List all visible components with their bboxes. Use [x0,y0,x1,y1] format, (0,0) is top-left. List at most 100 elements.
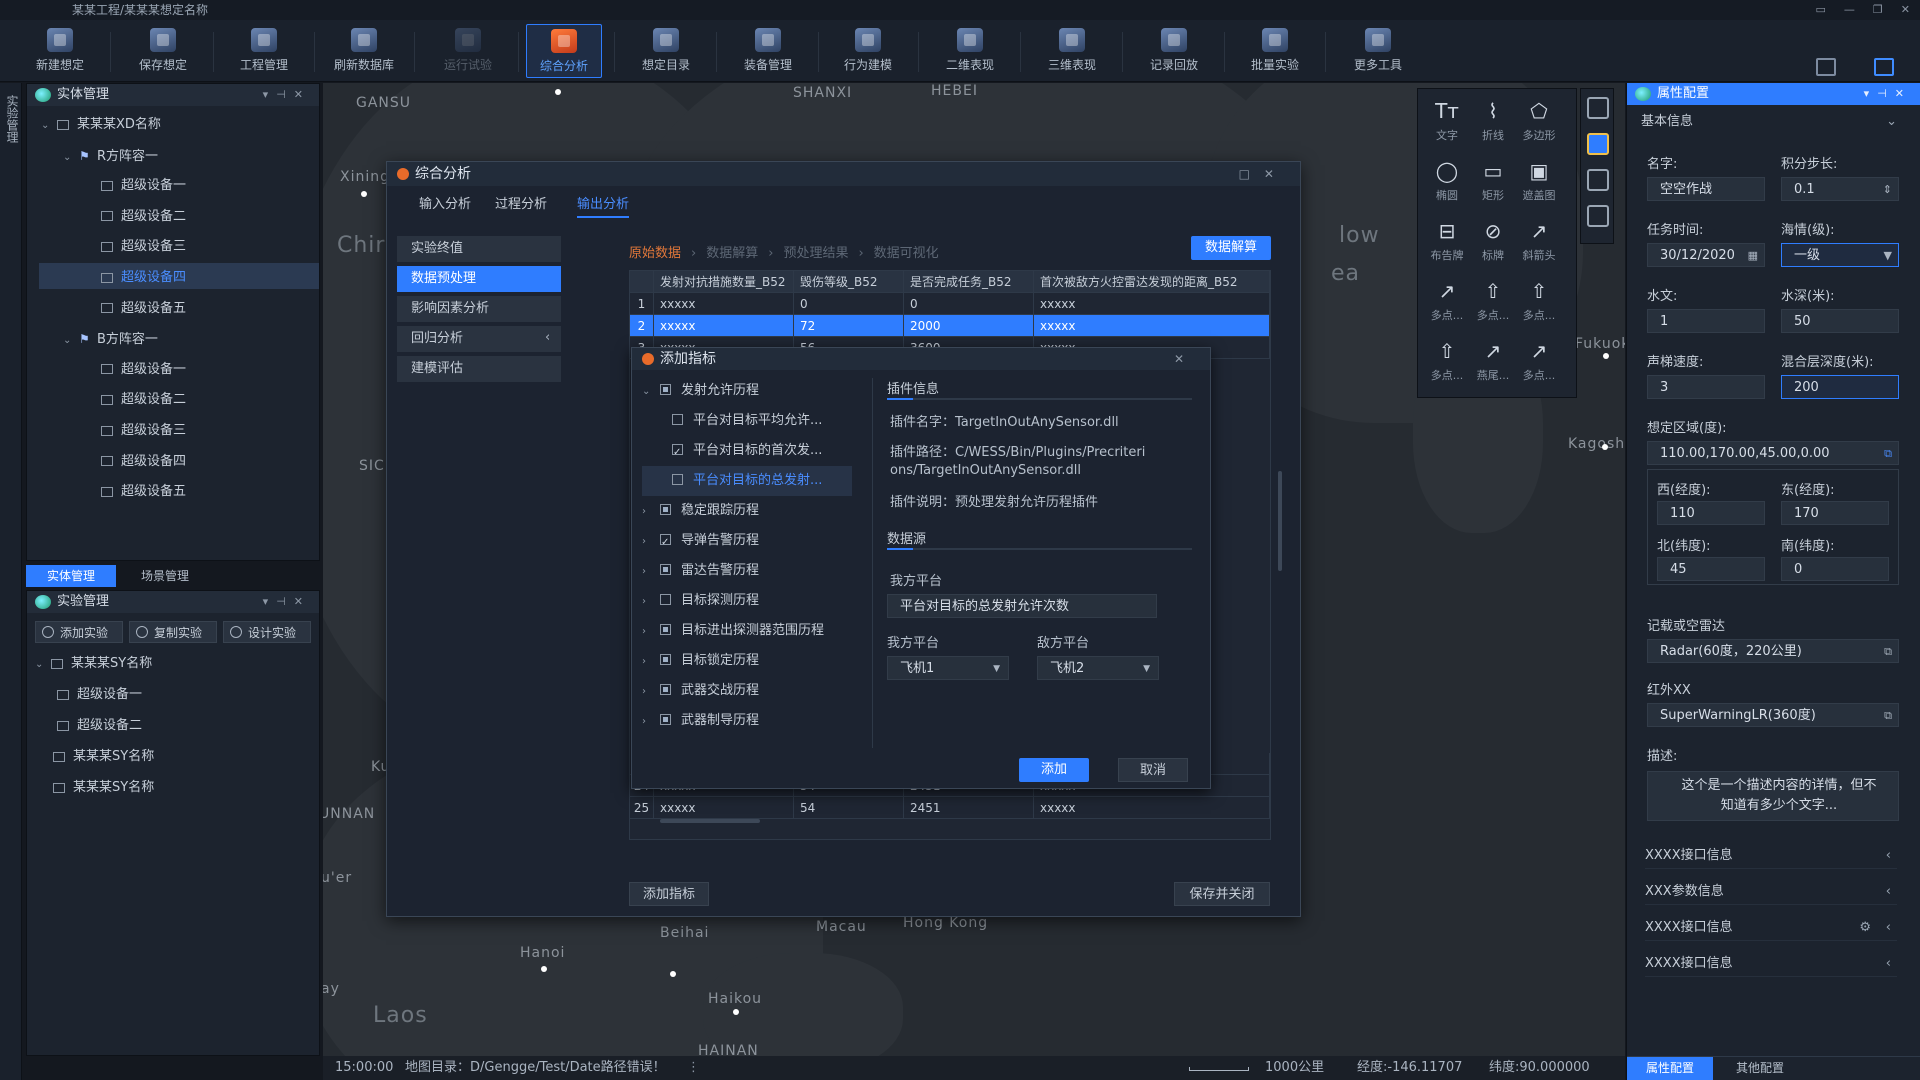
ellipse-tool-icon[interactable]: ◯ 椭圆 [1424,157,1470,213]
table-row[interactable]: 2 xxxxx 72 2000 xxxxx [630,315,1270,337]
property-group[interactable]: XXXX接口信息 ⚙ ‹ [1645,915,1897,941]
tree-item[interactable]: 超级设备三 [85,234,186,260]
chevron-left-icon[interactable]: ‹ [1886,951,1891,977]
sign-tool-icon[interactable]: ⊘ 标牌 [1470,217,1516,273]
tree-item[interactable]: ⌄ ⚑ B方阵容一 [63,326,158,352]
checkbox[interactable] [672,438,683,468]
tree-item[interactable]: 超级设备五 [85,296,186,322]
checkbox[interactable] [660,714,671,725]
analysis-nav-item[interactable]: 影响因素分析 [397,296,561,322]
panel-tab-0[interactable]: 实体管理 [26,565,116,587]
name-field[interactable]: 空空作战 [1647,177,1765,201]
swallowtail-arrow-icon[interactable]: ↗ 燕尾... [1470,337,1516,393]
chevron-right-icon[interactable]: › [642,527,660,557]
tree-item[interactable]: ⌄ ⚑ R方阵容一 [63,143,158,169]
multipoint-arrow-icon[interactable]: ↗ 多点... [1424,277,1470,333]
tree-item[interactable]: 超级设备四 [85,449,186,475]
column-header[interactable]: 毁伤等级_B52 [794,271,904,293]
indicator-category[interactable]: › 雷达告警历程 [642,556,852,586]
chevron-down-icon[interactable]: ⌄ [41,113,57,139]
vertical-scrollbar[interactable] [1278,471,1282,571]
south-field[interactable]: 0 [1781,557,1889,581]
basic-info-section[interactable]: 基本信息 ⌄ [1641,109,1903,135]
settings-icon[interactable]: ⚙ [1859,915,1871,941]
panel-controls[interactable]: ▾⊣✕ [263,84,311,106]
toolbar-button-2[interactable]: 工程管理 [226,24,302,78]
experiment-tree-item[interactable]: 超级设备一 [57,682,142,708]
table-row[interactable]: 25 xxxxx 54 2451 xxxxx [630,797,1270,819]
tree-item[interactable]: 超级设备二 [85,387,186,413]
experiment-button-1[interactable]: 复制实验 [129,621,217,643]
edit-icon[interactable]: ⧉ [1884,640,1892,662]
indicator-category[interactable]: › 目标探测历程 [642,586,852,616]
panel-controls[interactable]: ▾⊣✕ [1864,83,1912,105]
indicator-item[interactable]: 平台对目标平均允许... [642,406,852,436]
experiment-side-tab[interactable]: 实验管理 [0,83,25,155]
experiment-button-2[interactable]: 设计实验 [223,621,311,643]
time-field[interactable]: 30/12/2020 ▦ [1647,243,1765,267]
analysis-nav-item[interactable]: 实验终值 [397,236,561,262]
chevron-down-icon[interactable]: ⌄ [35,652,51,678]
tab-0[interactable]: 输入分析 [419,192,471,218]
calendar-icon[interactable]: ▦ [1748,244,1758,266]
toolbar-button-6[interactable]: 想定目录 [628,24,704,78]
breadcrumb-item[interactable]: 数据可视化 [874,246,939,261]
toolbar-button-8[interactable]: 行为建模 [830,24,906,78]
indicator-category[interactable]: › 武器制导历程 [642,706,852,736]
north-field[interactable]: 45 [1657,557,1765,581]
status-more-icon[interactable]: ⋮ [687,1056,700,1080]
dialog-controls[interactable]: □✕ [1239,162,1288,186]
tab-1[interactable]: 过程分析 [495,192,547,218]
close-icon[interactable]: ✕ [1901,0,1910,20]
indicator-category[interactable]: ⌄ 发射允许历程 [642,376,852,406]
indicator-category[interactable]: › 目标进出探测器范围历程 [642,616,852,646]
chevron-right-icon[interactable]: › [642,587,660,617]
tree-item[interactable]: 超级设备五 [85,479,186,505]
measure-icon[interactable] [1587,169,1609,191]
property-group[interactable]: XXXX接口信息 ‹ [1645,843,1897,869]
tab-2[interactable]: 输出分析 [577,192,630,218]
chevron-down-icon[interactable]: ⌄ [642,377,660,407]
breadcrumb-item[interactable]: 数据解算 [706,246,758,261]
polyline-tool-icon[interactable]: ⌇ 折线 [1470,97,1516,153]
checkbox[interactable] [660,684,671,695]
layout-icon[interactable] [1816,58,1836,76]
chevron-left-icon[interactable]: ‹ [1886,879,1891,905]
our-platform-field[interactable]: 平台对目标的总发射允许次数 [887,594,1157,618]
toolbar-button-13[interactable]: 更多工具 [1340,24,1416,78]
text-tool-icon[interactable]: Tт 文字 [1424,97,1470,153]
checkbox[interactable] [660,384,671,395]
toolbar-button-7[interactable]: 装备管理 [730,24,806,78]
tree-item[interactable]: ⌄ 某某某XD名称 [41,112,161,138]
ir-field[interactable]: SuperWarningLR(360度) ⧉ [1647,703,1899,727]
analysis-nav-item[interactable]: 回归分析 [397,326,561,352]
checkbox[interactable] [660,624,671,635]
indicator-item[interactable]: 平台对目标的首次发... [642,436,852,468]
description-field[interactable]: 这个是一个描述内容的详情，但不 知道有多少个文字... [1647,771,1899,821]
save-and-close-button[interactable]: 保存并关闭 [1174,882,1270,906]
analysis-nav-item[interactable]: 建模评估 [397,356,561,382]
chevron-right-icon[interactable]: › [642,677,660,707]
radar-field[interactable]: Radar(60度，220公里) ⧉ [1647,639,1899,663]
multipoint-arrow-icon[interactable]: ⇧ 多点... [1470,277,1516,333]
indicator-item[interactable]: 平台对目标的总发射... [642,466,852,496]
edit-icon[interactable]: ⧉ [1884,704,1892,726]
panel-controls[interactable]: ▾⊣✕ [263,591,311,613]
analysis-nav-item[interactable]: 数据预处理 [397,266,561,292]
checkbox[interactable] [660,504,671,515]
tree-item[interactable]: 超级设备二 [85,204,186,230]
east-field[interactable]: 170 [1781,501,1889,525]
chevron-right-icon[interactable]: › [642,557,660,587]
hydro-field[interactable]: 1 [1647,309,1765,333]
chevron-left-icon[interactable]: ‹ [1886,915,1891,941]
rectangle-tool-icon[interactable]: ▭ 矩形 [1470,157,1516,213]
region-field[interactable]: 110.00,170.00,45.00,0.00 ⧉ [1647,441,1899,465]
experiment-tree-item[interactable]: ⌄ 某某某SY名称 [35,651,152,677]
chevron-left-icon[interactable]: ‹ [1886,843,1891,869]
toolbar-button-5[interactable]: 综合分析 [526,24,602,78]
column-header[interactable]: 是否完成任务_B52 [904,271,1034,293]
chevron-right-icon[interactable]: › [642,617,660,647]
property-group[interactable]: XXXX接口信息 ‹ [1645,951,1897,977]
checkbox[interactable] [672,474,683,485]
table-row[interactable]: 1 xxxxx 0 0 xxxxx [630,293,1270,315]
